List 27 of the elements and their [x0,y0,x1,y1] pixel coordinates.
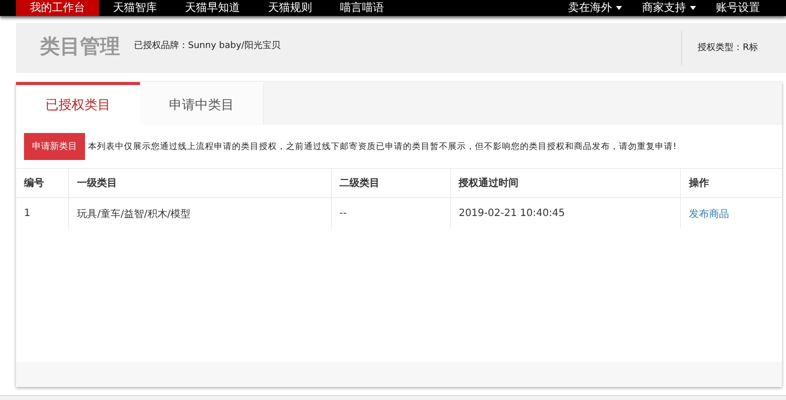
publish-link[interactable]: 发布商品 [688,208,729,220]
caret-icon [690,6,696,10]
column-header: 二级类目 [331,168,450,198]
table-cell: 2019-02-21 10:40:45 [450,198,680,229]
brand-label: 已授权品牌：Sunny baby/阳光宝贝 [134,40,282,53]
table-cell: 玩具/童车/益智/积木/模型 [68,198,332,229]
nav-link[interactable]: 卖在海外 [558,0,632,16]
table-cell: -- [331,198,450,229]
tab[interactable]: 已授权类目 [16,82,140,125]
notice-text: 本列表中仅展示您通过线上流程申请的类目授权，之前通过线下邮寄资质已申请的类目暂不展示，但不影响您的类目授权和商品发布，请勿重复申请! [88,140,676,152]
nav-link[interactable]: 天猫早知道 [171,0,254,16]
nav-link[interactable]: 账号设置 [706,0,770,16]
nav-link[interactable]: 喵言喵语 [326,0,398,16]
column-header: 编号 [16,168,69,198]
nav-link[interactable]: 商家支持 [632,0,706,16]
apply-category-button[interactable]: 申请新类目 [24,133,85,160]
page-title: 类目管理 [38,33,121,60]
nav-link[interactable]: 天猫智库 [99,0,171,16]
nav-link[interactable]: 天猫规则 [254,0,326,16]
table-cell: 1 [16,198,69,229]
auth-type-label: 授权类型：R标 [680,31,786,65]
column-header: 一级类目 [68,168,332,198]
nav-link[interactable]: 我的工作台 [16,0,99,16]
caret-icon [616,6,622,10]
column-header: 授权通过时间 [450,168,680,198]
column-header: 操作 [680,168,782,198]
tab[interactable]: 申请中类目 [140,82,264,125]
